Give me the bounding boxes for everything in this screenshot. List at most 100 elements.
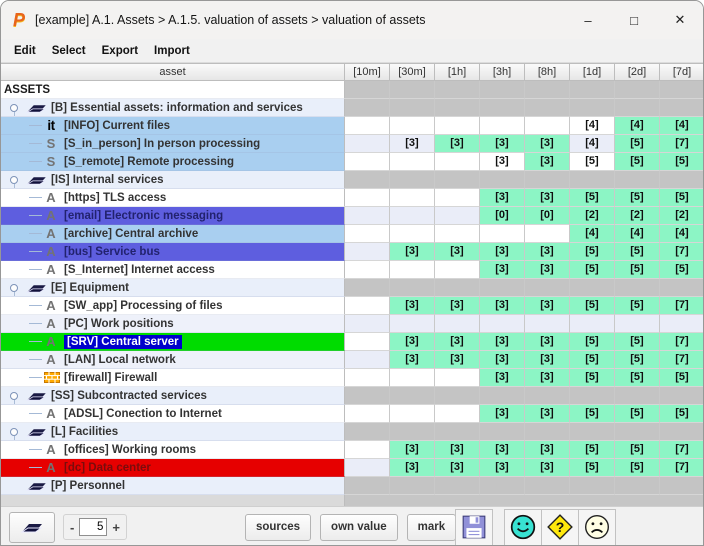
value-cell[interactable]: [345, 117, 390, 135]
asset-cell[interactable]: A [email] Electronic messaging: [1, 207, 345, 225]
value-cell[interactable]: [480, 279, 525, 297]
value-cell[interactable]: [525, 315, 570, 333]
value-cell[interactable]: [5]: [615, 333, 660, 351]
value-cell[interactable]: [5]: [570, 261, 615, 279]
value-cell[interactable]: [480, 315, 525, 333]
value-cell[interactable]: [435, 171, 480, 189]
value-cell[interactable]: [3]: [390, 351, 435, 369]
value-cell[interactable]: [0]: [525, 207, 570, 225]
value-cell[interactable]: [435, 477, 480, 495]
value-cell[interactable]: [3]: [525, 153, 570, 171]
value-cell[interactable]: [5]: [615, 135, 660, 153]
asset-cell[interactable]: A [dc] Data center: [1, 459, 345, 477]
asset-cell[interactable]: [firewall] Firewall: [1, 369, 345, 387]
value-cell[interactable]: [3]: [480, 441, 525, 459]
value-cell[interactable]: [5]: [615, 351, 660, 369]
asset-cell[interactable]: A [SW_app] Processing of files: [1, 297, 345, 315]
value-cell[interactable]: [3]: [525, 261, 570, 279]
asset-cell[interactable]: [IS] Internal services: [1, 171, 345, 189]
value-cell[interactable]: [345, 297, 390, 315]
value-cell[interactable]: [5]: [660, 261, 703, 279]
value-cell[interactable]: [435, 261, 480, 279]
value-cell[interactable]: [5]: [570, 405, 615, 423]
value-cell[interactable]: [345, 99, 390, 117]
value-cell[interactable]: [5]: [570, 153, 615, 171]
value-cell[interactable]: [435, 315, 480, 333]
tree-expander-icon[interactable]: [10, 103, 18, 116]
help-button[interactable]: ?: [541, 508, 580, 545]
value-cell[interactable]: [3]: [390, 333, 435, 351]
value-cell[interactable]: [7]: [660, 351, 703, 369]
value-cell[interactable]: [3]: [525, 189, 570, 207]
value-cell[interactable]: [345, 153, 390, 171]
asset-cell[interactable]: A [ADSL] Conection to Internet: [1, 405, 345, 423]
value-cell[interactable]: [3]: [480, 189, 525, 207]
value-cell[interactable]: [390, 153, 435, 171]
value-cell[interactable]: [345, 387, 390, 405]
value-cell[interactable]: [5]: [660, 405, 703, 423]
value-cell[interactable]: [3]: [435, 243, 480, 261]
asset-cell[interactable]: [L] Facilities: [1, 423, 345, 441]
value-cell[interactable]: [570, 279, 615, 297]
value-cell[interactable]: [5]: [615, 189, 660, 207]
value-cell[interactable]: [4]: [660, 117, 703, 135]
value-cell[interactable]: [525, 225, 570, 243]
value-cell[interactable]: [615, 315, 660, 333]
value-cell[interactable]: [3]: [480, 297, 525, 315]
asset-cell[interactable]: A [https] TLS access: [1, 189, 345, 207]
value-cell[interactable]: [5]: [570, 297, 615, 315]
asset-cell[interactable]: [SS] Subcontracted services: [1, 387, 345, 405]
value-cell[interactable]: [525, 477, 570, 495]
value-cell[interactable]: [660, 279, 703, 297]
value-cell[interactable]: [5]: [615, 459, 660, 477]
value-cell[interactable]: [480, 423, 525, 441]
value-cell[interactable]: [5]: [615, 243, 660, 261]
value-cell[interactable]: [390, 81, 435, 99]
value-cell[interactable]: [345, 423, 390, 441]
own-value-button[interactable]: own value: [320, 513, 398, 541]
value-cell[interactable]: [5]: [615, 297, 660, 315]
value-cell[interactable]: [3]: [435, 297, 480, 315]
value-cell[interactable]: [5]: [660, 369, 703, 387]
value-cell[interactable]: [570, 423, 615, 441]
tree-expander-icon[interactable]: [10, 175, 18, 188]
value-cell[interactable]: [390, 477, 435, 495]
value-cell[interactable]: [435, 153, 480, 171]
value-cell[interactable]: [5]: [615, 369, 660, 387]
happy-face-button[interactable]: [504, 508, 543, 545]
asset-cell[interactable]: it [INFO] Current files: [1, 117, 345, 135]
value-cell[interactable]: [390, 315, 435, 333]
value-cell[interactable]: [3]: [525, 297, 570, 315]
value-cell[interactable]: [3]: [525, 369, 570, 387]
value-cell[interactable]: [3]: [525, 405, 570, 423]
value-cell[interactable]: [3]: [435, 441, 480, 459]
value-cell[interactable]: [3]: [525, 441, 570, 459]
value-cell[interactable]: [3]: [525, 243, 570, 261]
value-cell[interactable]: [4]: [570, 117, 615, 135]
maximize-button[interactable]: □: [611, 1, 657, 39]
value-cell[interactable]: [345, 333, 390, 351]
value-cell[interactable]: [570, 387, 615, 405]
value-cell[interactable]: [435, 405, 480, 423]
value-cell[interactable]: [390, 387, 435, 405]
value-cell[interactable]: [7]: [660, 333, 703, 351]
value-cell[interactable]: [3]: [390, 243, 435, 261]
value-cell[interactable]: [2]: [570, 207, 615, 225]
value-cell[interactable]: [435, 423, 480, 441]
value-cell[interactable]: [2]: [660, 207, 703, 225]
asset-cell[interactable]: A [archive] Central archive: [1, 225, 345, 243]
value-cell[interactable]: [570, 171, 615, 189]
value-cell[interactable]: [435, 387, 480, 405]
value-cell[interactable]: [480, 477, 525, 495]
value-cell[interactable]: [390, 261, 435, 279]
value-cell[interactable]: [345, 441, 390, 459]
value-cell[interactable]: [660, 99, 703, 117]
value-cell[interactable]: [525, 279, 570, 297]
mark-button[interactable]: mark: [406, 513, 457, 541]
value-cell[interactable]: [3]: [480, 459, 525, 477]
value-cell[interactable]: [345, 81, 390, 99]
value-cell[interactable]: [435, 189, 480, 207]
value-cell[interactable]: [435, 117, 480, 135]
value-cell[interactable]: [3]: [390, 135, 435, 153]
value-cell[interactable]: [5]: [570, 333, 615, 351]
